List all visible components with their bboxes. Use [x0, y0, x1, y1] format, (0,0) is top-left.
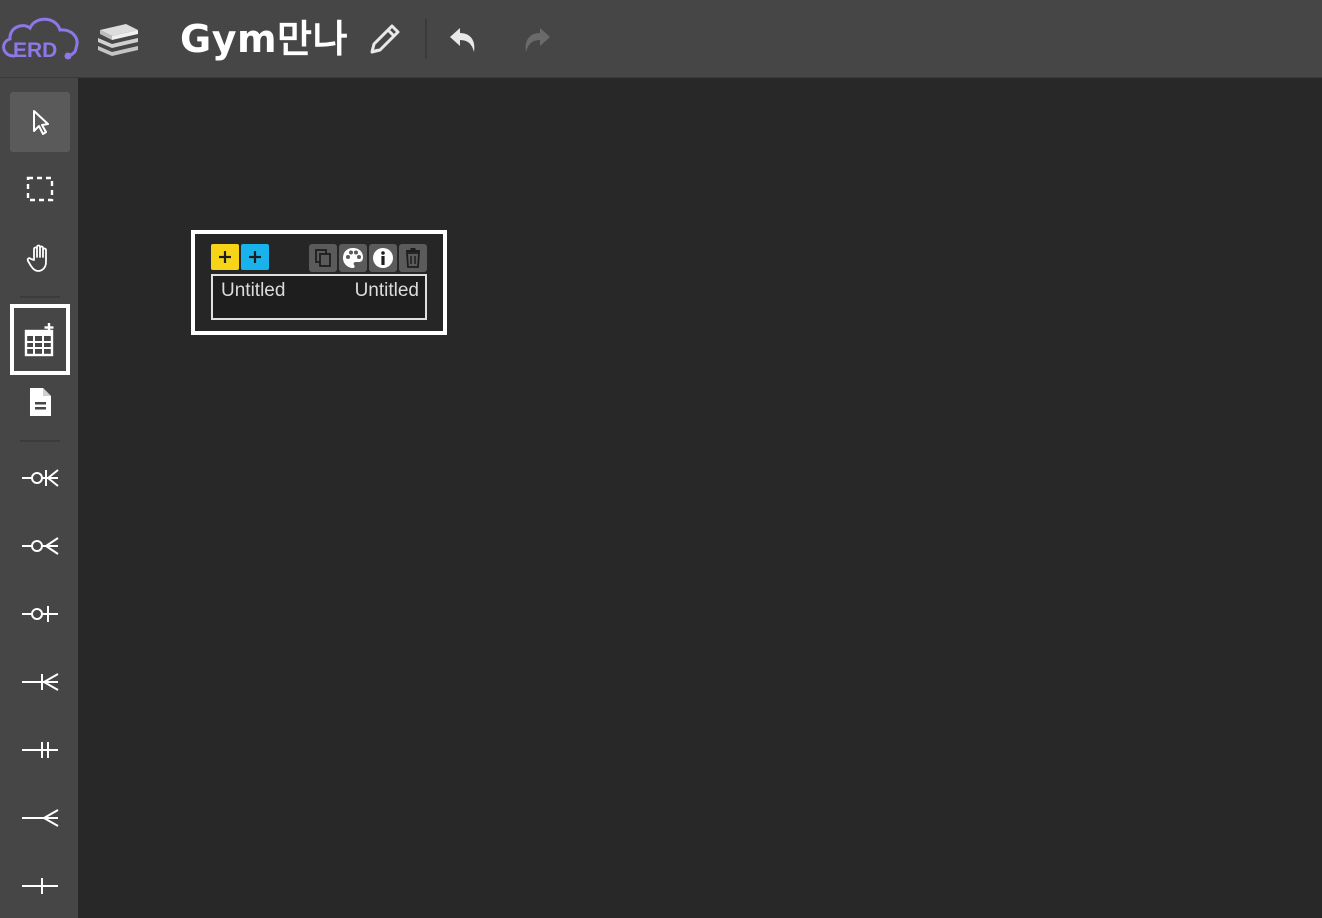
relation-one-one-tool[interactable]: [10, 720, 70, 780]
info-button[interactable]: [369, 244, 397, 272]
table-name-input[interactable]: Untitled: [221, 280, 285, 302]
toolbar-divider: [425, 19, 427, 59]
relation-many-icon: [22, 809, 59, 827]
relation-zero-one-tool[interactable]: [10, 584, 70, 644]
erd-canvas[interactable]: [78, 78, 1322, 918]
copy-button[interactable]: [309, 244, 337, 272]
undo-icon[interactable]: [446, 22, 480, 56]
color-button[interactable]: [339, 244, 367, 272]
add-table-icon: [24, 322, 54, 356]
relation-one-one-icon: [22, 742, 58, 758]
tool-sidebar: [0, 78, 78, 918]
relation-zero-one-many-tool[interactable]: [10, 448, 70, 508]
books-icon[interactable]: [96, 22, 140, 58]
sidebar-separator: [20, 440, 60, 442]
relation-zero-many-tool[interactable]: [10, 516, 70, 576]
erd-cloud-logo[interactable]: ERD: [0, 12, 80, 64]
relation-one-many-icon: [22, 673, 59, 691]
add-table-tool[interactable]: [10, 304, 70, 375]
relation-one-many-tool[interactable]: [10, 652, 70, 712]
project-title: Gym만나: [180, 17, 348, 61]
relation-one-icon: [22, 878, 58, 894]
table-comment-input[interactable]: Untitled: [355, 280, 419, 302]
sidebar-separator: [20, 296, 60, 298]
table-header: Untitled Untitled: [211, 274, 427, 320]
relation-many-tool[interactable]: [10, 788, 70, 848]
trash-icon: [406, 248, 420, 268]
redo-icon[interactable]: [520, 22, 554, 56]
palette-icon: [343, 248, 363, 268]
logo-text: ERD: [13, 39, 57, 62]
relation-zero-one-many-icon: [22, 469, 59, 487]
delete-button[interactable]: [399, 244, 427, 272]
add-column-button[interactable]: [211, 244, 239, 270]
dashed-rectangle-icon: [26, 176, 54, 202]
drag-select-tool[interactable]: [10, 160, 70, 220]
top-bar: ERD Gym만나: [0, 0, 1322, 78]
select-tool[interactable]: [10, 92, 70, 152]
pointer-icon: [33, 110, 49, 135]
document-icon: [30, 388, 51, 416]
hand-tool[interactable]: [10, 228, 70, 288]
info-icon: [373, 248, 393, 268]
add-key-column-button[interactable]: [241, 244, 269, 270]
pencil-icon[interactable]: [366, 20, 404, 58]
plus-icon: [249, 251, 261, 263]
relation-zero-one-icon: [22, 606, 58, 622]
memo-tool[interactable]: [10, 372, 70, 432]
plus-icon: [219, 251, 231, 263]
table-entity[interactable]: Untitled Untitled: [191, 230, 447, 335]
relation-one-tool[interactable]: [10, 856, 70, 916]
hand-icon: [26, 244, 47, 272]
relation-zero-many-icon: [22, 537, 59, 555]
copy-icon: [315, 249, 331, 267]
